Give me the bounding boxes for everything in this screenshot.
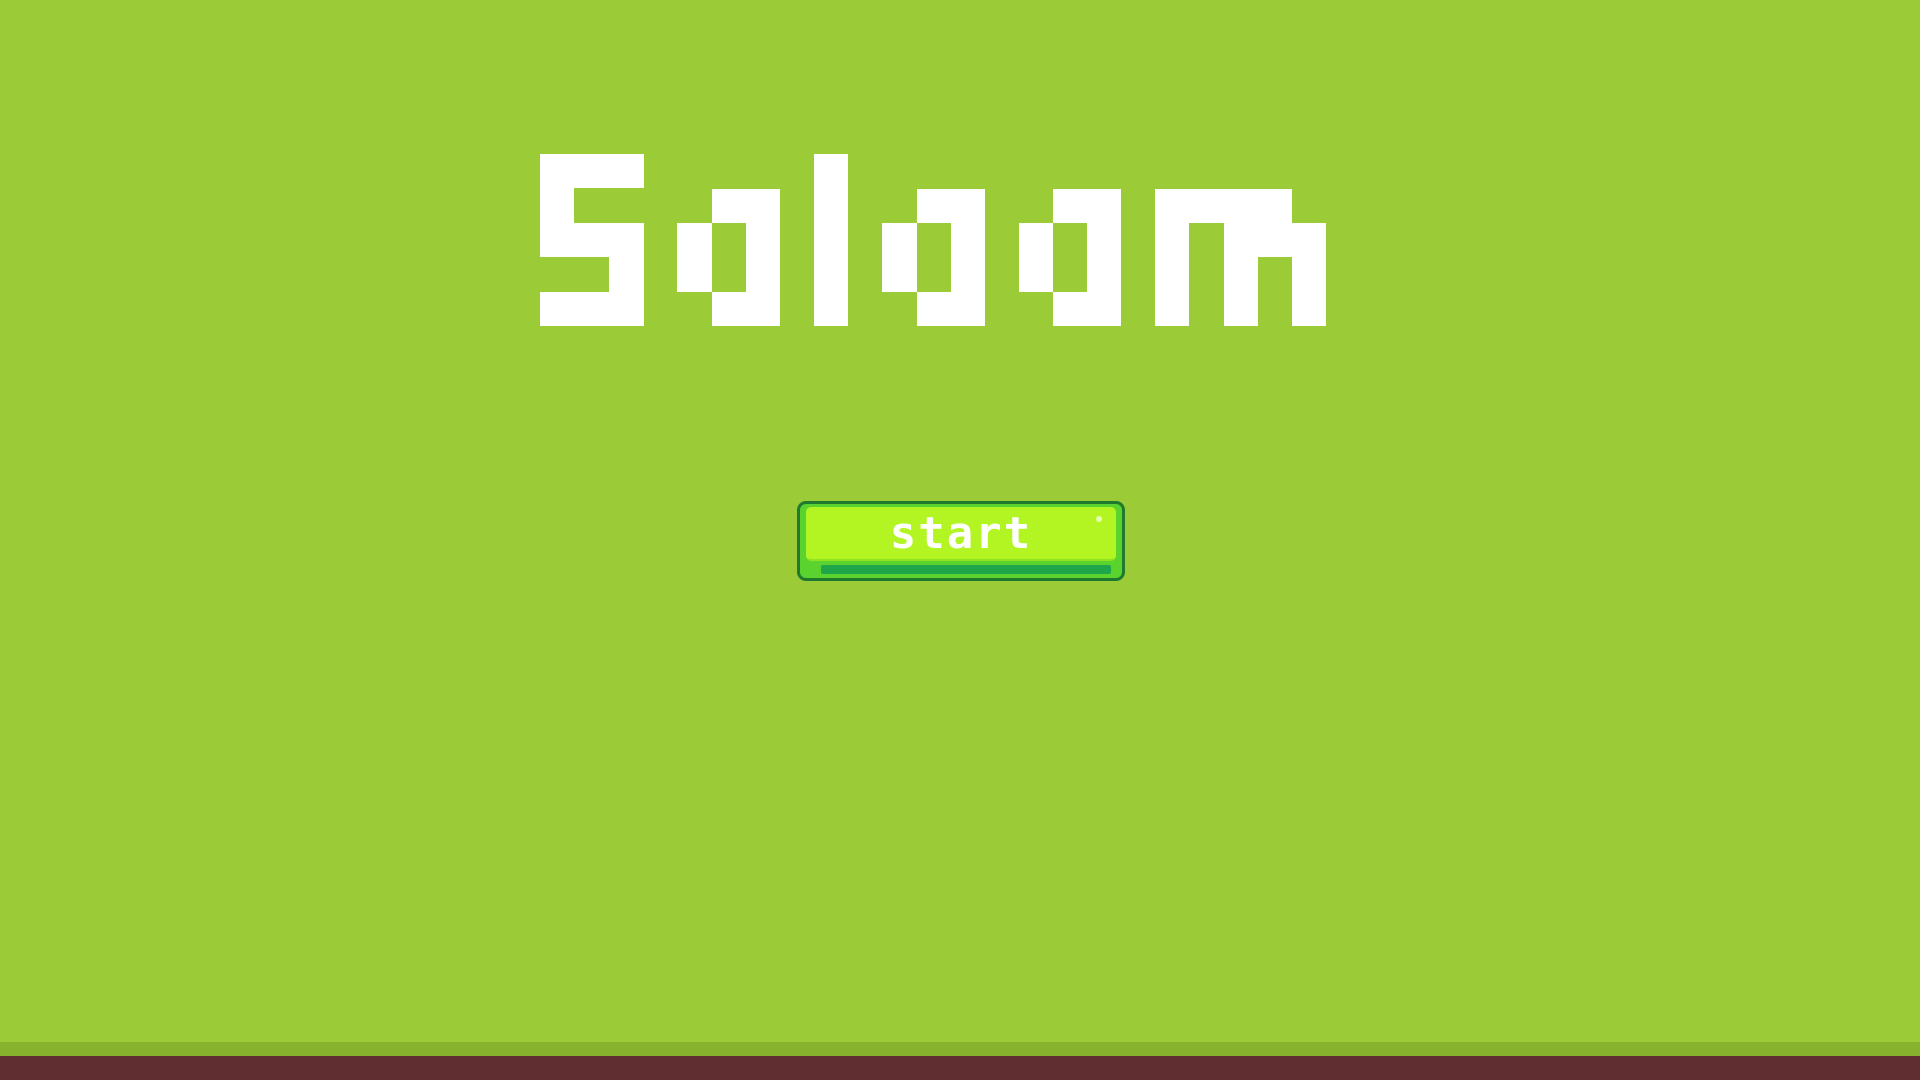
game-title-text: Salaam [0,0,1,1]
ground-grass-strip [0,1042,1920,1056]
start-button[interactable]: start [797,501,1125,581]
start-button-shadow [821,565,1111,574]
ground-dirt-strip [0,1056,1920,1080]
start-button-label: start [889,508,1033,559]
game-title-pixel-art [540,154,1326,326]
start-button-face: start [806,507,1116,561]
